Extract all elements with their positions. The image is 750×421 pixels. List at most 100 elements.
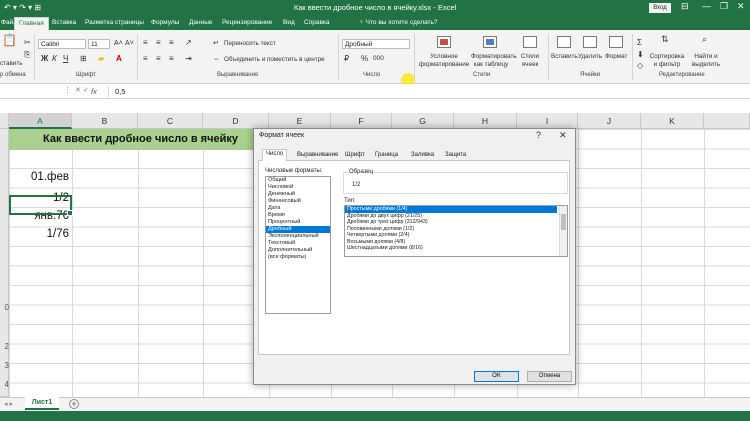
- tab-view[interactable]: Вид: [283, 19, 295, 26]
- format-cells-icon[interactable]: [609, 36, 623, 48]
- column-header[interactable]: F: [331, 113, 392, 129]
- select-all-corner[interactable]: [0, 113, 9, 129]
- restore-icon[interactable]: ❐: [720, 1, 728, 12]
- ok-button[interactable]: OK: [474, 371, 519, 382]
- orientation-icon[interactable]: ↗: [185, 38, 192, 47]
- column-header[interactable]: H: [454, 113, 517, 129]
- category-item[interactable]: Числовой: [266, 184, 330, 191]
- ribbon-display-icon[interactable]: ⊟: [681, 1, 689, 12]
- align-center-icon[interactable]: ≡: [156, 54, 161, 63]
- align-left-icon[interactable]: ≡: [143, 54, 148, 63]
- number-format-select[interactable]: Дробный: [342, 39, 410, 49]
- column-header[interactable]: J: [578, 113, 641, 129]
- align-bottom-icon[interactable]: ≡: [169, 38, 174, 47]
- cut-icon[interactable]: ✂: [24, 38, 31, 47]
- format-table-button[interactable]: Форматировать как таблицу: [471, 53, 517, 69]
- find-select-icon[interactable]: ⌕: [702, 35, 707, 44]
- category-item-selected[interactable]: Дробный: [266, 226, 330, 233]
- align-middle-icon[interactable]: ≡: [156, 38, 161, 47]
- font-size-select[interactable]: 11: [88, 39, 110, 49]
- sort-filter-icon[interactable]: ⇅: [661, 35, 669, 44]
- align-top-icon[interactable]: ≡: [143, 38, 148, 47]
- login-button[interactable]: Вход: [649, 3, 671, 13]
- confirm-entry-icon[interactable]: ✓: [83, 86, 89, 95]
- indent-icon[interactable]: ⇥: [185, 54, 192, 63]
- tell-me-search[interactable]: ♀ Что вы хотите сделать?: [359, 19, 438, 26]
- tab-review[interactable]: Рецензирование: [222, 19, 272, 26]
- bold-button[interactable]: Ж: [41, 54, 48, 63]
- column-header[interactable]: K: [641, 113, 704, 129]
- clear-icon[interactable]: ◇: [637, 61, 643, 70]
- font-name-select[interactable]: Calibri: [38, 39, 86, 49]
- delete-button[interactable]: Удалить: [578, 53, 602, 61]
- dialog-close-icon[interactable]: ✕: [559, 130, 567, 141]
- cell-styles-icon[interactable]: [523, 36, 537, 48]
- name-box-dropdown-icon[interactable]: ⋮: [64, 86, 71, 95]
- borders-icon[interactable]: ⊞: [80, 54, 87, 63]
- column-header[interactable]: E: [269, 113, 331, 129]
- category-list[interactable]: Общий Числовой Денежный Финансовый Дата …: [265, 176, 331, 314]
- conditional-format-button[interactable]: Условное форматирование: [417, 53, 471, 69]
- insert-cells-icon[interactable]: [557, 36, 571, 48]
- tab-help[interactable]: Справка: [304, 19, 330, 26]
- tab-font[interactable]: Шрифт: [342, 151, 368, 159]
- format-table-icon[interactable]: [483, 36, 497, 48]
- wrap-text-icon[interactable]: ↵: [213, 39, 219, 48]
- column-header[interactable]: [704, 113, 750, 129]
- category-item[interactable]: Общий: [266, 177, 330, 184]
- tab-protection[interactable]: Защита: [442, 151, 469, 159]
- cancel-button[interactable]: Отмена: [527, 371, 572, 382]
- autosum-icon[interactable]: Σ: [637, 38, 642, 47]
- format-button[interactable]: Формат: [605, 53, 627, 61]
- tab-home[interactable]: Главная: [14, 17, 49, 30]
- paste-label[interactable]: ставить: [0, 60, 23, 68]
- find-select-button[interactable]: Найти и выделить: [688, 53, 724, 69]
- column-header[interactable]: I: [517, 113, 578, 129]
- column-header[interactable]: G: [392, 113, 454, 129]
- category-item[interactable]: Процентный: [266, 219, 330, 226]
- insert-function-icon[interactable]: fx: [91, 87, 97, 96]
- conditional-format-icon[interactable]: [437, 36, 451, 48]
- italic-button[interactable]: К: [52, 54, 57, 63]
- align-right-icon[interactable]: ≡: [169, 54, 174, 63]
- tab-fill[interactable]: Заливка: [408, 151, 437, 159]
- merge-icon[interactable]: ⇔: [213, 55, 220, 64]
- minimize-icon[interactable]: —: [702, 1, 711, 11]
- cell-styles-button[interactable]: Стили ячеек: [515, 53, 545, 69]
- fill-icon[interactable]: ⬇: [637, 50, 644, 59]
- row-header[interactable]: 2: [0, 342, 9, 352]
- sheet-tab-active[interactable]: Лист1: [25, 397, 59, 410]
- row-header[interactable]: 0: [0, 303, 9, 313]
- tab-page-layout[interactable]: Разметка страницы: [85, 19, 144, 26]
- sort-filter-button[interactable]: Сортировка и фильтр: [648, 53, 686, 69]
- copy-icon[interactable]: ⎘: [24, 50, 30, 59]
- thousands-button[interactable]: 000: [373, 54, 384, 63]
- category-item[interactable]: Финансовый: [266, 198, 330, 205]
- formula-input[interactable]: 0,5: [115, 87, 125, 96]
- fill-color-icon[interactable]: ▰: [98, 54, 104, 63]
- title-cell[interactable]: Как ввести дробное число в ячейку: [9, 129, 264, 150]
- delete-cells-icon[interactable]: [583, 36, 597, 48]
- tab-formulas[interactable]: Формулы: [151, 19, 179, 26]
- column-header[interactable]: B: [72, 113, 138, 129]
- cell-a3[interactable]: 01.фев: [9, 171, 69, 183]
- category-item[interactable]: Дополнительный: [266, 247, 330, 254]
- sheet-nav-arrows[interactable]: ◂ ▸: [4, 400, 13, 409]
- merge-center-button[interactable]: Объединить и поместить в центре: [224, 56, 325, 64]
- column-header[interactable]: D: [203, 113, 269, 129]
- percent-button[interactable]: %: [361, 54, 368, 63]
- help-icon[interactable]: ?: [536, 130, 541, 140]
- tab-data[interactable]: Данные: [189, 19, 212, 26]
- category-item[interactable]: Дата: [266, 205, 330, 212]
- tab-insert[interactable]: Вставка: [52, 19, 76, 26]
- type-list[interactable]: Простыми дробями (1/4) Дробями до двух ц…: [344, 205, 568, 257]
- cancel-entry-icon[interactable]: ✕: [75, 86, 81, 95]
- category-item[interactable]: Экспоненциальный: [266, 233, 330, 240]
- category-item[interactable]: (все форматы): [266, 254, 330, 261]
- tab-alignment[interactable]: Выравнивание: [294, 151, 341, 159]
- font-color-icon[interactable]: A: [116, 54, 122, 63]
- scrollbar-thumb[interactable]: [561, 214, 566, 230]
- paste-icon[interactable]: 📋: [2, 34, 17, 46]
- row-header[interactable]: 3: [0, 361, 9, 371]
- type-list-scrollbar[interactable]: [559, 206, 567, 256]
